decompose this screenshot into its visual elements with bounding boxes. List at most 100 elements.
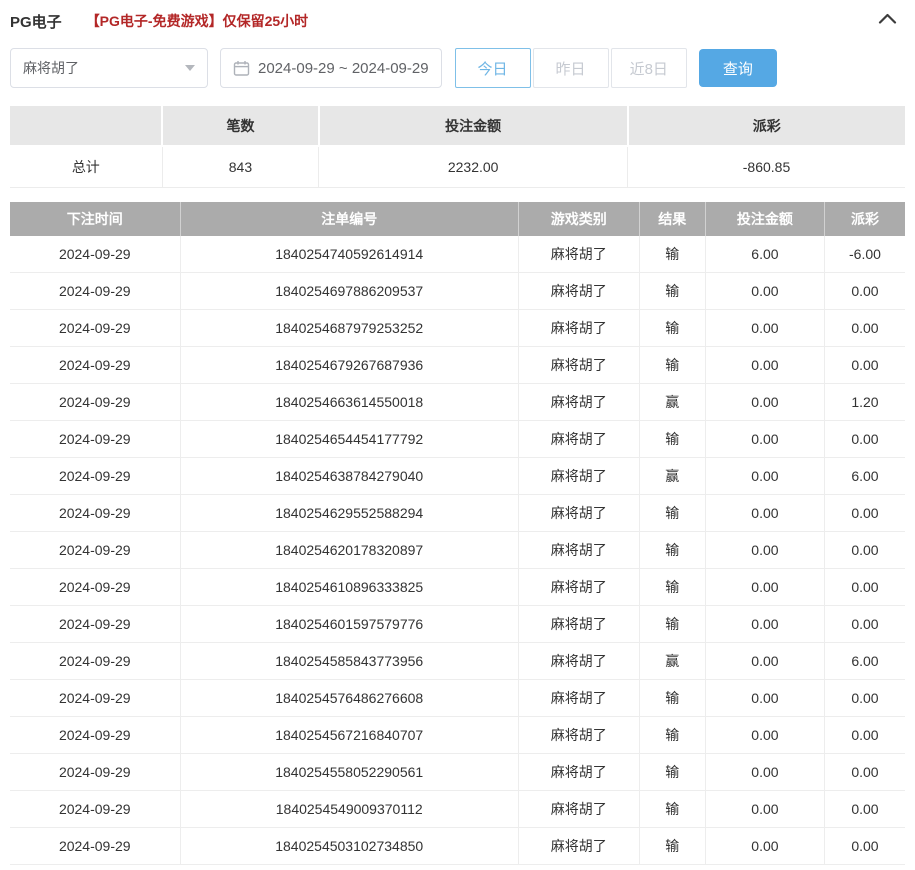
game-select[interactable]: 麻将胡了 xyxy=(10,48,208,88)
table-cell: 0.00 xyxy=(705,643,824,680)
table-cell: 2024-09-29 xyxy=(10,680,180,717)
yesterday-button[interactable]: 昨日 xyxy=(533,48,609,88)
table-cell: 2024-09-29 xyxy=(10,273,180,310)
table-cell: 2024-09-29 xyxy=(10,717,180,754)
table-cell: 2024-09-29 xyxy=(10,828,180,865)
table-cell: 0.00 xyxy=(824,606,905,643)
table-cell: 1840254654454177792 xyxy=(180,421,518,458)
table-cell: 0.00 xyxy=(824,680,905,717)
table-row: 2024-09-291840254687979253252麻将胡了输0.000.… xyxy=(10,310,905,347)
table-cell: 2024-09-29 xyxy=(10,458,180,495)
table-cell: 2024-09-29 xyxy=(10,310,180,347)
table-cell: 0.00 xyxy=(705,273,824,310)
calendar-icon xyxy=(233,60,250,77)
table-cell: 0.00 xyxy=(705,754,824,791)
last-8-days-button[interactable]: 近8日 xyxy=(611,48,687,88)
table-cell: 0.00 xyxy=(824,532,905,569)
table-cell: 0.00 xyxy=(824,347,905,384)
table-cell: -6.00 xyxy=(824,236,905,273)
table-cell: 6.00 xyxy=(824,643,905,680)
table-cell: 1.20 xyxy=(824,384,905,421)
caret-down-icon xyxy=(185,65,195,71)
table-cell: 0.00 xyxy=(705,606,824,643)
table-cell: 1840254503102734850 xyxy=(180,828,518,865)
table-row: 2024-09-291840254740592614914麻将胡了输6.00-6… xyxy=(10,236,905,273)
table-cell: 2024-09-29 xyxy=(10,643,180,680)
table-cell: 输 xyxy=(639,569,705,606)
table-cell: 2024-09-29 xyxy=(10,606,180,643)
table-cell: 1840254697886209537 xyxy=(180,273,518,310)
table-cell: 6.00 xyxy=(824,458,905,495)
table-cell: 输 xyxy=(639,791,705,828)
table-cell: 1840254567216840707 xyxy=(180,717,518,754)
table-cell: 麻将胡了 xyxy=(518,643,639,680)
table-row: 2024-09-291840254576486276608麻将胡了输0.000.… xyxy=(10,680,905,717)
table-cell: 1840254679267687936 xyxy=(180,347,518,384)
table-cell: 1840254585843773956 xyxy=(180,643,518,680)
notice-text: 【PG电子-免费游戏】仅保留25小时 xyxy=(86,11,308,31)
summary-header-row: 笔数 投注金额 派彩 xyxy=(10,106,905,146)
today-button[interactable]: 今日 xyxy=(455,48,531,88)
table-cell: 0.00 xyxy=(824,310,905,347)
summary-header-count: 笔数 xyxy=(162,106,319,146)
page: PG电子 【PG电子-免费游戏】仅保留25小时 麻将胡了 2024-09-29 … xyxy=(0,0,915,865)
table-cell: 麻将胡了 xyxy=(518,310,639,347)
summary-header-bet-amount: 投注金额 xyxy=(319,106,628,146)
table-cell: 1840254558052290561 xyxy=(180,754,518,791)
table-cell: 2024-09-29 xyxy=(10,421,180,458)
table-cell: 2024-09-29 xyxy=(10,236,180,273)
summary-bet-amount-value: 2232.00 xyxy=(319,146,628,187)
page-title: PG电子 xyxy=(10,11,62,32)
table-row: 2024-09-291840254679267687936麻将胡了输0.000.… xyxy=(10,347,905,384)
table-cell: 1840254549009370112 xyxy=(180,791,518,828)
table-cell: 0.00 xyxy=(824,273,905,310)
table-cell: 麻将胡了 xyxy=(518,421,639,458)
table-cell: 赢 xyxy=(639,643,705,680)
table-cell: 1840254740592614914 xyxy=(180,236,518,273)
table-cell: 输 xyxy=(639,310,705,347)
table-cell: 0.00 xyxy=(705,532,824,569)
table-cell: 麻将胡了 xyxy=(518,680,639,717)
table-cell: 输 xyxy=(639,532,705,569)
table-cell: 麻将胡了 xyxy=(518,754,639,791)
table-cell: 输 xyxy=(639,236,705,273)
table-row: 2024-09-291840254629552588294麻将胡了输0.000.… xyxy=(10,495,905,532)
table-cell: 0.00 xyxy=(705,458,824,495)
table-row: 2024-09-291840254654454177792麻将胡了输0.000.… xyxy=(10,421,905,458)
table-cell: 2024-09-29 xyxy=(10,791,180,828)
summary-table: 笔数 投注金额 派彩 总计 843 2232.00 -860.85 xyxy=(10,106,905,188)
table-cell: 1840254620178320897 xyxy=(180,532,518,569)
bet-table-header-row: 下注时间 注单编号 游戏类别 结果 投注金额 派彩 xyxy=(10,202,905,236)
table-row: 2024-09-291840254585843773956麻将胡了赢0.006.… xyxy=(10,643,905,680)
table-cell: 赢 xyxy=(639,458,705,495)
date-range-picker[interactable]: 2024-09-29 ~ 2024-09-29 xyxy=(220,48,442,88)
table-cell: 麻将胡了 xyxy=(518,347,639,384)
header-bet-amount: 投注金额 xyxy=(705,202,824,236)
table-cell: 麻将胡了 xyxy=(518,717,639,754)
table-cell: 2024-09-29 xyxy=(10,384,180,421)
game-select-value: 麻将胡了 xyxy=(23,58,79,78)
table-cell: 0.00 xyxy=(824,828,905,865)
table-cell: 输 xyxy=(639,606,705,643)
header-payout: 派彩 xyxy=(824,202,905,236)
table-cell: 麻将胡了 xyxy=(518,384,639,421)
table-cell: 2024-09-29 xyxy=(10,754,180,791)
table-cell: 2024-09-29 xyxy=(10,495,180,532)
header-result: 结果 xyxy=(639,202,705,236)
table-cell: 输 xyxy=(639,421,705,458)
table-cell: 麻将胡了 xyxy=(518,458,639,495)
table-cell: 麻将胡了 xyxy=(518,791,639,828)
table-cell: 输 xyxy=(639,680,705,717)
table-row: 2024-09-291840254697886209537麻将胡了输0.000.… xyxy=(10,273,905,310)
table-cell: 输 xyxy=(639,828,705,865)
table-cell: 麻将胡了 xyxy=(518,273,639,310)
table-row: 2024-09-291840254558052290561麻将胡了输0.000.… xyxy=(10,754,905,791)
table-cell: 6.00 xyxy=(705,236,824,273)
table-cell: 0.00 xyxy=(824,569,905,606)
table-cell: 2024-09-29 xyxy=(10,347,180,384)
table-cell: 0.00 xyxy=(824,495,905,532)
query-button[interactable]: 查询 xyxy=(699,49,777,87)
table-cell: 输 xyxy=(639,347,705,384)
collapse-chevron-up-icon[interactable] xyxy=(878,12,897,25)
table-row: 2024-09-291840254567216840707麻将胡了输0.000.… xyxy=(10,717,905,754)
